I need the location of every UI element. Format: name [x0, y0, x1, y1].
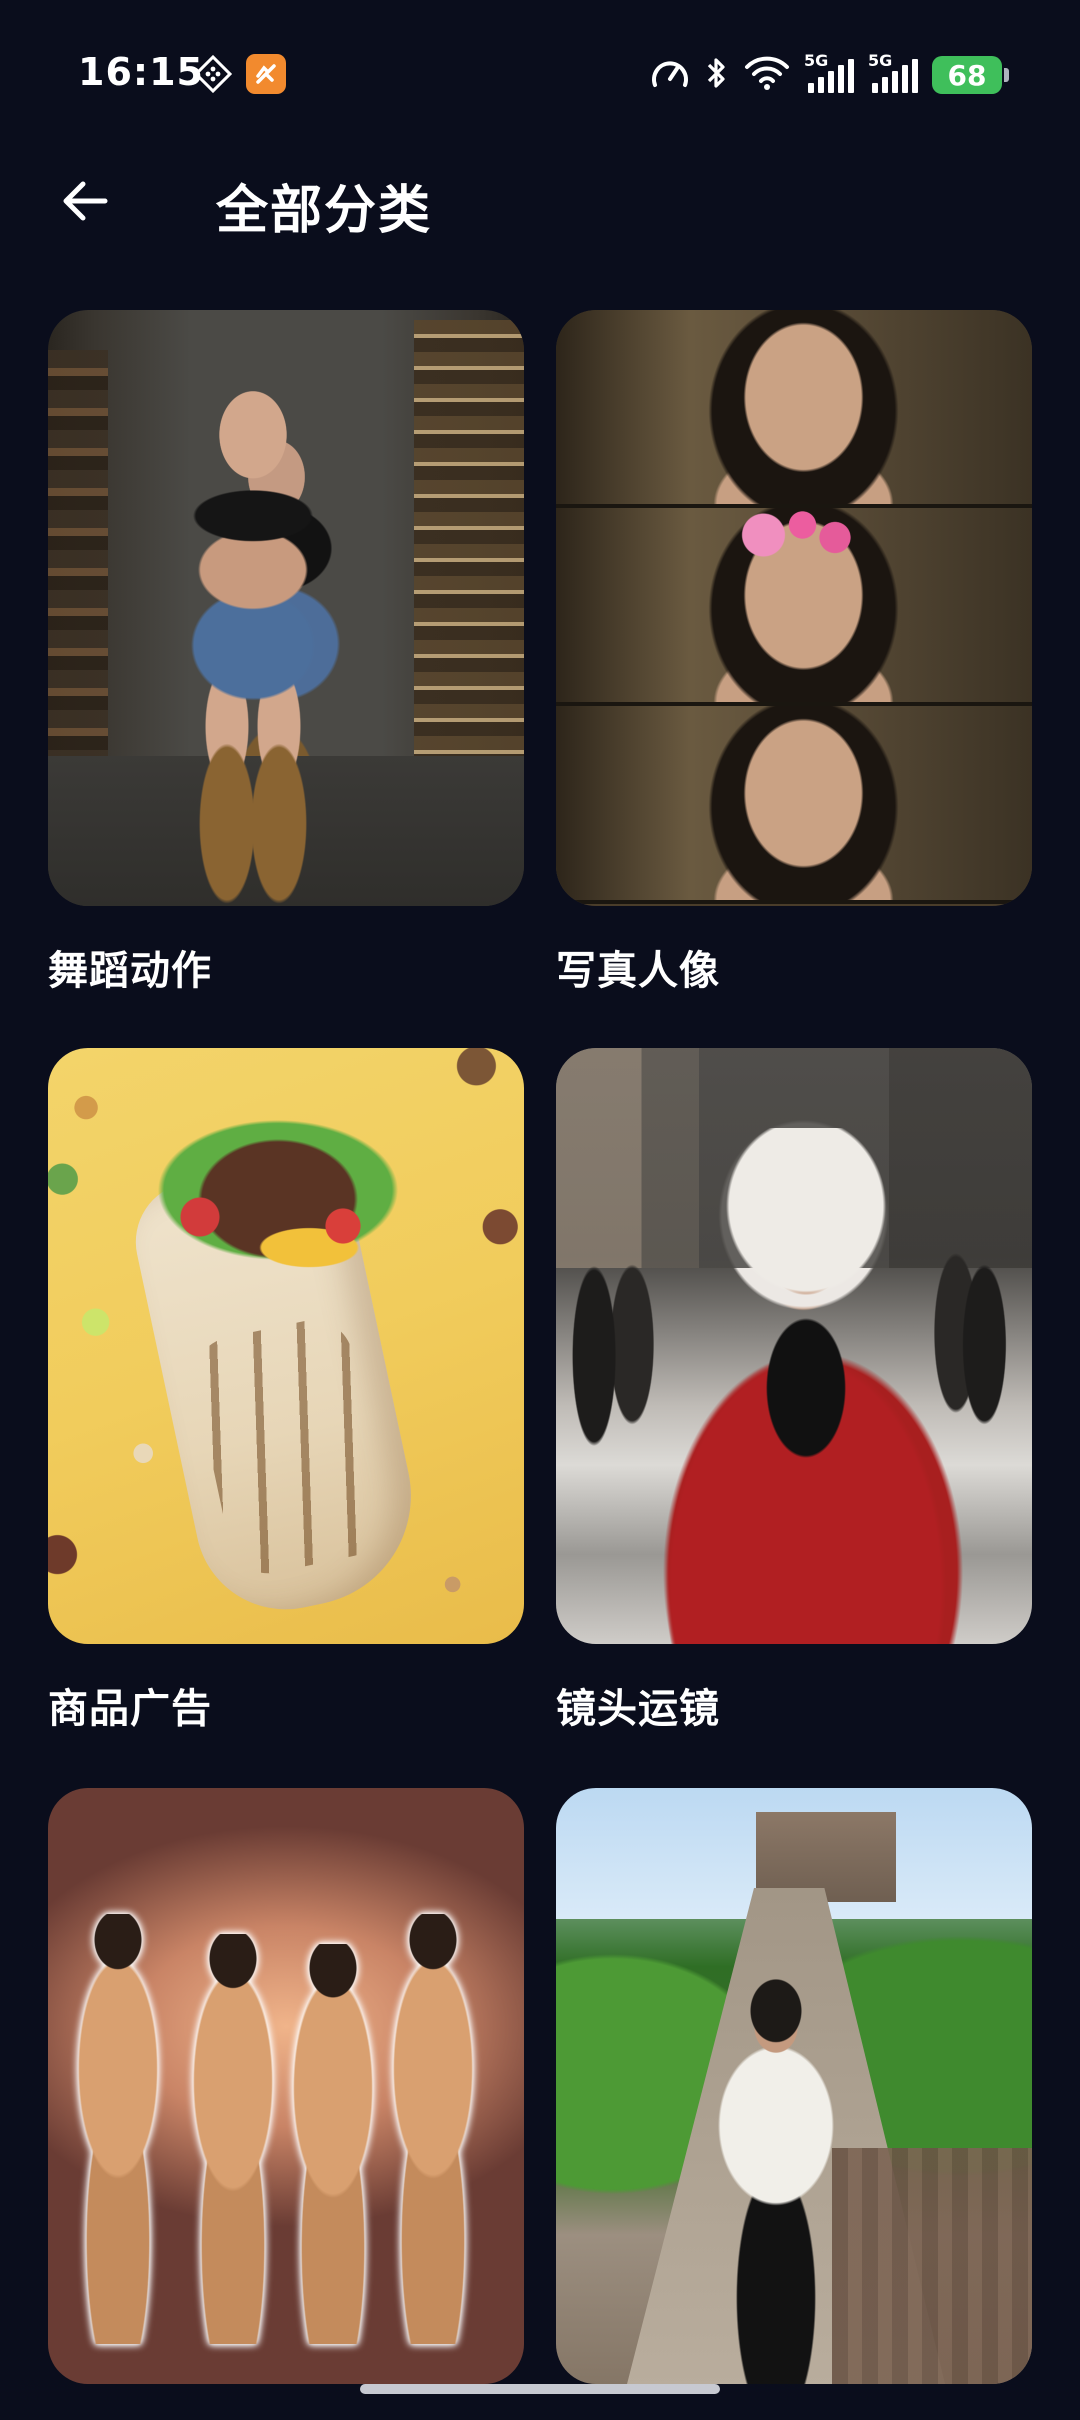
category-thumbnail: [48, 1048, 524, 1644]
back-button[interactable]: [50, 166, 120, 236]
battery-indicator: 68: [932, 56, 1009, 94]
app-notification-icon: [194, 55, 232, 93]
category-thumbnail: [556, 1048, 1032, 1644]
category-card-product-ad[interactable]: 商品广告: [48, 1048, 524, 1734]
category-card-camera-movement[interactable]: 镜头运镜: [556, 1048, 1032, 1734]
category-card-6[interactable]: [556, 1788, 1032, 2416]
category-label: 镜头运镜: [556, 1686, 720, 1732]
cellular-signal-2: 5G: [868, 51, 918, 93]
status-time: 16:15: [78, 50, 204, 94]
wifi-icon: [744, 55, 790, 95]
category-thumbnail: [48, 1788, 524, 2384]
speedometer-icon: [650, 55, 690, 95]
page-title: 全部分类: [216, 181, 433, 241]
bluetooth-icon: [704, 54, 730, 96]
taobao-app-icon: [246, 54, 286, 94]
network-type-label: 5G: [868, 51, 893, 70]
category-label: 商品广告: [48, 1686, 212, 1732]
category-card-portrait[interactable]: 写真人像: [556, 310, 1032, 996]
arrow-left-icon: [63, 181, 108, 221]
category-thumbnail: [556, 310, 1032, 906]
status-left-icons: [194, 54, 286, 94]
category-thumbnail: [48, 310, 524, 906]
battery-level: 68: [947, 58, 987, 92]
category-card-dance[interactable]: 舞蹈动作: [48, 310, 524, 996]
home-indicator[interactable]: [360, 2384, 720, 2394]
cellular-signal-1: 5G: [804, 51, 854, 93]
status-right-icons: 5G 5G 68: [650, 51, 1009, 96]
category-label: 舞蹈动作: [48, 948, 212, 994]
network-type-label: 5G: [804, 51, 829, 70]
header: 全部分类: [0, 150, 1080, 250]
category-label: 写真人像: [556, 948, 720, 994]
status-bar: 16:15 5G 5G 68: [0, 0, 1080, 150]
page: 16:15 5G 5G 68 全部分类 舞蹈动作 写真人像 商品广告 镜头运镜: [0, 0, 1080, 2420]
category-card-5[interactable]: [48, 1788, 524, 2416]
category-thumbnail: [556, 1788, 1032, 2384]
